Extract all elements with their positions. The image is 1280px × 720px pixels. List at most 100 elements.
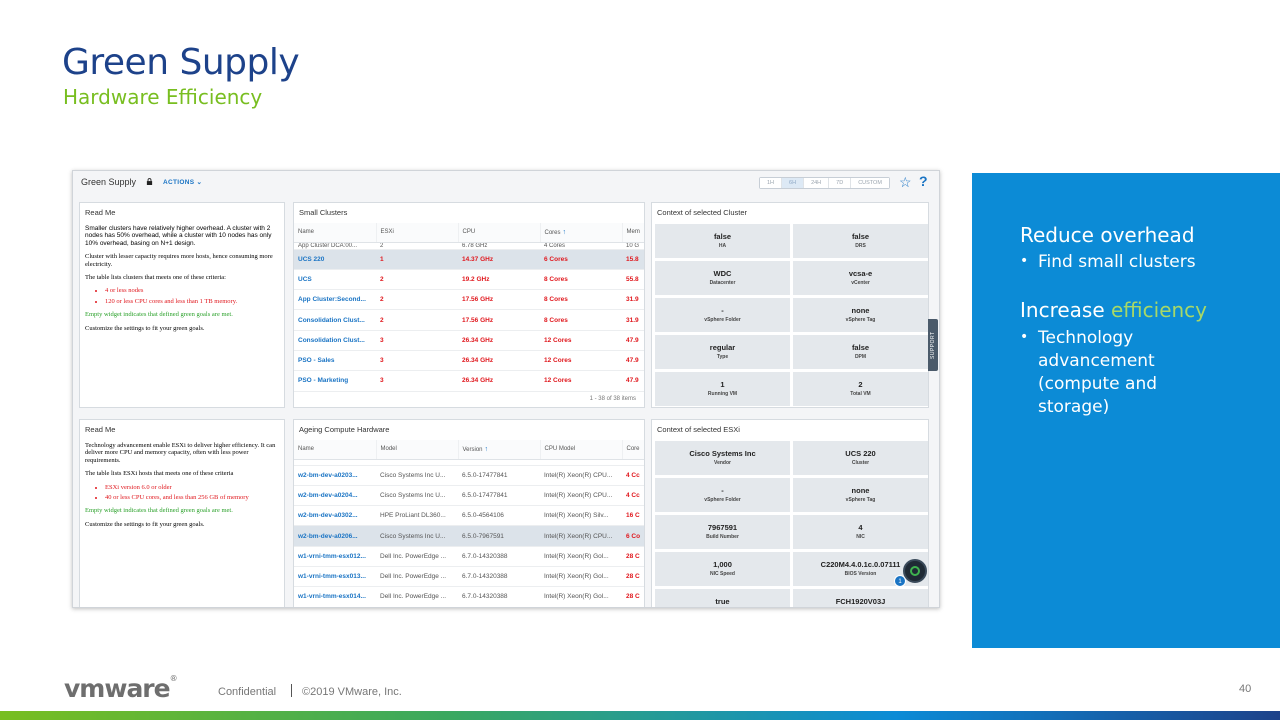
- property-label: HA: [718, 243, 727, 249]
- notification-badge: 1: [894, 575, 906, 587]
- table-cell: Intel(R) Xeon(R) Gol...: [540, 566, 622, 588]
- column-header-version[interactable]: Version ↑: [458, 440, 541, 460]
- criteria-item: 120 or less CPU cores and less than 1 TB…: [105, 298, 278, 305]
- table-row[interactable]: w1-vrni-tmm-esx012... Dell Inc. PowerEdge…: [294, 546, 644, 567]
- table-cell: Cisco Systems Inc U...: [376, 465, 458, 486]
- table-row[interactable]: App Cluster:Second... 2 17.56 GHz 8 Cores 31…: [294, 289, 644, 311]
- table-row[interactable]: Consolidation Clust... 2 17.56 GHz 8 Cores 3…: [294, 309, 644, 331]
- bullet-icon: •: [1020, 253, 1029, 269]
- bullet-text: Technology advancement (compute and stor…: [1038, 328, 1158, 417]
- host-name-link[interactable]: w2-bm-dev-a0204...: [294, 485, 376, 507]
- table-cell: 31.9: [622, 309, 644, 331]
- copyright-text: ©2019 VMware, Inc.: [302, 686, 402, 698]
- table-cell: 28 C: [622, 566, 644, 588]
- property-value: regular: [709, 343, 736, 352]
- host-name-link[interactable]: w1-vrni-tmm-esx014...: [294, 586, 376, 607]
- property-label: Total VM: [850, 391, 871, 397]
- bullet-text: Find small clusters: [1038, 252, 1196, 272]
- criteria-item: 4 or less nodes: [105, 287, 278, 294]
- cluster-name-link[interactable]: Consolidation Clust...: [294, 330, 376, 351]
- readme-panel-clusters: Read Me Smaller clusters have relatively…: [79, 202, 285, 408]
- table-row[interactable]: UCS 2 19.2 GHz 8 Cores 55.8: [294, 269, 644, 291]
- cluster-name-link[interactable]: UCS: [294, 269, 376, 291]
- column-header-cpu-model[interactable]: CPU Model: [540, 440, 623, 460]
- time-tab-7d[interactable]: 7D: [829, 178, 852, 188]
- host-name-link[interactable]: w2-bm-dev-a0203...: [294, 465, 376, 486]
- time-tab-custom[interactable]: CUSTOM: [851, 178, 889, 188]
- cluster-name-link[interactable]: UCS 220: [294, 249, 376, 270]
- table-row[interactable]: Consolidation Clust... 3 26.34 GHz 12 Cores…: [294, 330, 644, 351]
- context-property: 1 Running VM: [655, 372, 790, 406]
- time-tab-1h[interactable]: 1H: [760, 178, 783, 188]
- context-property: false DRS: [793, 224, 928, 258]
- property-value: true: [715, 597, 730, 606]
- host-name-link[interactable]: w2-bm-dev-a0206...: [294, 525, 376, 547]
- column-header-esxi[interactable]: ESXi: [376, 223, 459, 243]
- esxi-context-grid: Cisco Systems Inc Vendor UCS 220 Cluster - vS…: [655, 441, 928, 607]
- table-cell: 3: [376, 350, 458, 372]
- help-icon[interactable]: ?: [919, 174, 928, 188]
- table-row[interactable]: PSO - Sales 3 26.34 GHz 12 Cores 47.9: [294, 350, 644, 372]
- sort-ascending-icon: ↑: [560, 228, 566, 236]
- column-header-cores[interactable]: Cores ↑: [540, 223, 623, 243]
- support-tab[interactable]: SUPPORT: [928, 319, 938, 371]
- column-header-mem[interactable]: Mem: [622, 223, 644, 243]
- cluster-context-panel: Context of selected Cluster false HA false…: [651, 202, 929, 408]
- cluster-name-link[interactable]: PSO - Marketing: [294, 370, 376, 392]
- cluster-name-link[interactable]: Consolidation Clust...: [294, 309, 376, 331]
- panel-title: Context of selected ESXi: [657, 425, 740, 434]
- property-label: Datacenter: [709, 280, 736, 286]
- table-row[interactable]: w1-vrni-tmm-esx014... Dell Inc. PowerEdge…: [294, 586, 644, 607]
- slide-title: Green Supply: [62, 42, 300, 83]
- column-header-core[interactable]: Core: [622, 440, 644, 460]
- property-value: -: [721, 306, 724, 315]
- vmware-logo: vmware®: [64, 674, 178, 703]
- cluster-name-link[interactable]: PSO - Sales: [294, 350, 376, 372]
- table-cell: Dell Inc. PowerEdge ...: [376, 586, 458, 607]
- host-name-link[interactable]: w2-bm-dev-a0302...: [294, 505, 376, 527]
- dashboard-header: Green Supply ACTIONS ⌄ 1H 6H 24H 7D CUSTOM ☆…: [73, 171, 939, 195]
- actions-menu[interactable]: ACTIONS ⌄: [163, 178, 202, 186]
- column-header-name[interactable]: Name: [294, 440, 377, 460]
- time-tab-6h[interactable]: 6H: [782, 178, 805, 188]
- host-name-link[interactable]: w1-vrni-tmm-esx012...: [294, 546, 376, 567]
- column-header-cpu[interactable]: CPU: [458, 223, 541, 243]
- table-cell: HPE ProLiant DL360...: [376, 505, 458, 527]
- table-cell: Cisco Systems Inc U...: [376, 525, 458, 547]
- property-label: Vendor: [714, 460, 731, 466]
- property-value: false: [851, 343, 870, 352]
- readme-panel-esxi: Read Me Technology advancement enable ES…: [79, 419, 285, 607]
- table-cell: 14.37 GHz: [458, 249, 540, 270]
- table-cell: 2: [376, 242, 458, 250]
- table-cell: Intel(R) Xeon(R) CPU...: [540, 465, 622, 486]
- property-value: -: [721, 486, 724, 495]
- star-icon[interactable]: ☆: [899, 175, 912, 189]
- table-cell: 3: [376, 330, 458, 351]
- column-header-model[interactable]: Model: [376, 440, 459, 460]
- cluster-name-link[interactable]: App Cluster:Second...: [294, 289, 376, 311]
- table-row[interactable]: PSO - Marketing 3 26.34 GHz 12 Cores 47.9: [294, 370, 644, 392]
- table-cell: Intel(R) Xeon(R) CPU...: [540, 485, 622, 507]
- readme-paragraph: The table lists ESXi hosts that meets on…: [85, 470, 234, 478]
- table-row[interactable]: w2-bm-dev-a0204... Cisco Systems Inc U...…: [294, 485, 644, 507]
- table-row[interactable]: w2-bm-dev-a0203... Cisco Systems Inc U...…: [294, 465, 644, 486]
- panel-title: Context of selected Cluster: [657, 208, 748, 217]
- context-property: 2 Total VM: [793, 372, 928, 406]
- table-row[interactable]: App Cluster DCA:00... 2 6.78 GHz 4 Cores 10 …: [294, 242, 644, 250]
- property-value: 2: [858, 380, 863, 389]
- table-row[interactable]: w2-bm-dev-a0302... HPE ProLiant DL360... 6…: [294, 505, 644, 527]
- readme-paragraph: Customize the settings to fit your green…: [85, 324, 205, 332]
- table-row[interactable]: UCS 220 1 14.37 GHz 6 Cores 15.8: [294, 249, 644, 270]
- assistant-button[interactable]: [903, 559, 927, 583]
- time-tab-24h[interactable]: 24H: [804, 178, 830, 188]
- criteria-item: ESXi version 6.0 or older: [105, 484, 278, 491]
- context-property: none vSphere Tag: [793, 298, 928, 332]
- table-row[interactable]: w2-bm-dev-a0206... Cisco Systems Inc U...…: [294, 525, 644, 547]
- table-cell: 6.7.0-14320388: [458, 586, 540, 607]
- context-property: regular Type: [655, 335, 790, 369]
- table-row[interactable]: w1-vrni-tmm-esx013... Dell Inc. PowerEdge…: [294, 566, 644, 588]
- host-name-link[interactable]: w1-vrni-tmm-esx013...: [294, 566, 376, 588]
- table-cell: 12 Cores: [540, 350, 622, 372]
- column-header-name[interactable]: Name: [294, 223, 377, 243]
- ageing-hardware-panel: Ageing Compute Hardware Name Model Version…: [293, 419, 645, 607]
